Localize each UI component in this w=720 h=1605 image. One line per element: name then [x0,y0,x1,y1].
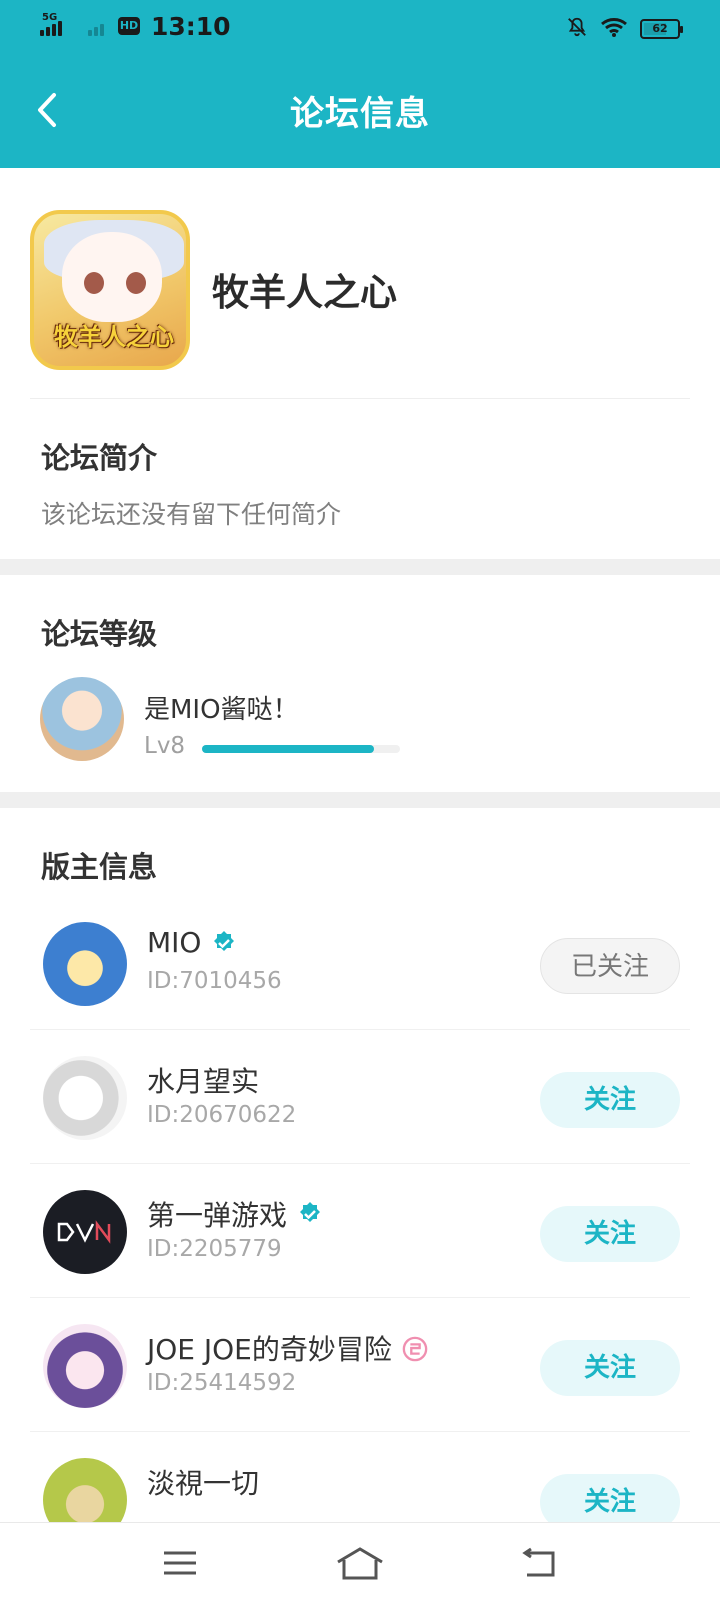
nav-bar: 论坛信息 [0,56,720,168]
moderator-name: 淡視一切 [147,1462,259,1502]
moderator-name-text: 第一弹游戏 [147,1199,288,1232]
moderators-title: 版主信息 [41,850,158,884]
status-bar: 5G HD 13:10 62 [0,0,720,56]
header-bar: 5G HD 13:10 62 论坛信息 [0,0,720,168]
moderator-row[interactable]: JOE JOE的奇妙冒险 ID:25414592 关注 [30,1298,690,1432]
level-progress-bar [202,745,400,753]
avatar[interactable] [43,1324,127,1408]
forum-intro-section: 论坛简介 该论坛还没有留下任何简介 [0,399,720,559]
moderator-row[interactable]: 第一弹游戏 ID:2205779 关注 [30,1164,690,1298]
avatar[interactable] [43,922,127,1006]
moderator-name-text: MIO [147,926,202,959]
moderator-row[interactable]: MIO ID:7010456 已关注 [30,896,690,1030]
moderator-row[interactable]: 水月望实 ID:20670622 关注 [30,1030,690,1164]
hd-badge: HD [118,17,140,35]
wifi-icon [600,16,628,42]
level-title: 论坛等级 [41,617,158,651]
system-nav-bar [0,1522,720,1605]
forum-header: 牧羊人之心 牧羊人之心 [0,168,720,399]
back-arrow-icon [522,1547,555,1577]
moderator-id: ID:2205779 [147,1236,282,1262]
menu-button[interactable] [158,1541,202,1585]
brand-logo-icon [57,1220,111,1244]
moderator-name-text: JOE JOE的奇妙冒险 [147,1333,392,1366]
moderator-id: ID:7010456 [147,968,282,994]
forum-name: 牧羊人之心 [212,271,397,314]
moderator-name: JOE JOE的奇妙冒险 [147,1328,428,1368]
moderators-section: 版主信息 MIO ID:7010456 已关注 水月望实 ID:20670622… [0,808,720,1542]
menu-icon [164,1551,196,1575]
follow-button[interactable]: 关注 [540,1072,680,1128]
intro-text: 该论坛还没有留下任何简介 [41,500,342,529]
cell-signal-2-icon [88,14,114,36]
section-gap [0,792,720,808]
follow-button[interactable]: 关注 [540,1340,680,1396]
intro-title: 论坛简介 [41,441,158,475]
forum-info-page: 5G HD 13:10 62 论坛信息 牧羊人之心 牧羊人之心 论坛简介 该论坛… [0,0,720,1605]
status-time: 13:10 [151,12,231,41]
cell-signal-icon: 5G [40,12,76,36]
home-icon [337,1547,383,1580]
moderator-name: 第一弹游戏 [147,1194,323,1234]
forum-level-section: 论坛等级 是MIO酱哒！ Lv8 [0,575,720,792]
moderator-name-text: 水月望实 [147,1065,260,1098]
moderator-id: ID:20670622 [147,1102,297,1128]
avatar[interactable] [43,1190,127,1274]
verified-icon [297,1201,323,1227]
battery-icon: 62 [640,19,683,39]
level-user-name: 是MIO酱哒！ [144,695,299,725]
page-title: 论坛信息 [290,94,430,134]
followed-button[interactable]: 已关注 [540,938,680,994]
follow-button[interactable]: 关注 [540,1206,680,1262]
moderator-name: MIO [147,926,237,959]
avatar[interactable] [43,1056,127,1140]
moderator-name: 水月望实 [147,1060,259,1100]
battery-level: 62 [652,22,668,35]
pink-badge-icon [402,1335,428,1362]
level-progress-fill [202,745,375,753]
forum-icon-logo-text: 牧羊人之心 [54,323,174,351]
forum-icon: 牧羊人之心 [30,210,190,370]
level-label: Lv8 [144,733,186,759]
verified-icon [211,930,237,956]
moderator-id: ID:25414592 [147,1370,297,1396]
moderator-name-text: 淡視一切 [147,1467,260,1500]
mute-bell-icon [566,16,588,42]
avatar[interactable] [40,677,124,761]
home-button[interactable] [330,1541,390,1585]
section-gap [0,559,720,575]
back-nav-button[interactable] [516,1541,560,1585]
